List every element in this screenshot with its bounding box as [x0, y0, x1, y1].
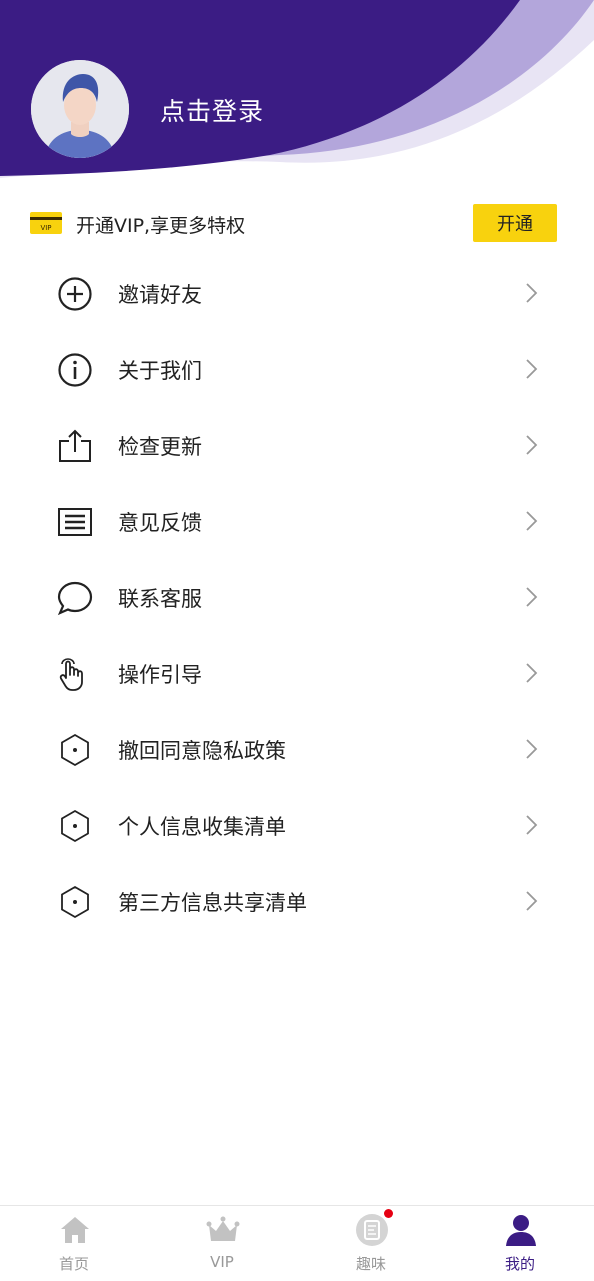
settings-menu: 邀请好友 关于我们 检查更新 意见反馈 联系客服 操作引导 撤回同意隐私政策 个… [0, 255, 594, 939]
tab-fun[interactable]: 趣味 [297, 1206, 445, 1281]
chat-bubble-icon [57, 581, 93, 616]
menu-item-third-party-sharing-list[interactable]: 第三方信息共享清单 [0, 863, 594, 939]
share-upload-icon [59, 429, 91, 462]
menu-item-revoke-privacy-consent[interactable]: 撤回同意隐私政策 [0, 711, 594, 787]
menu-item-label: 操作引导 [118, 663, 202, 687]
menu-item-contact-service[interactable]: 联系客服 [0, 559, 594, 635]
list-icon [58, 508, 92, 536]
default-user-avatar-icon [31, 60, 129, 158]
menu-item-label: 邀请好友 [118, 283, 202, 307]
hexagon-icon [61, 885, 89, 919]
bottom-tab-bar: 首页 VIP 趣味 我的 [0, 1205, 594, 1281]
info-circle-icon [58, 353, 92, 387]
person-icon [506, 1215, 536, 1246]
hexagon-icon [61, 809, 89, 843]
menu-item-check-update[interactable]: 检查更新 [0, 407, 594, 483]
profile-header: 点击登录 [0, 0, 594, 190]
chevron-right-icon [526, 359, 538, 379]
menu-item-about-us[interactable]: 关于我们 [0, 331, 594, 407]
avatar[interactable] [31, 60, 129, 158]
menu-item-operation-guide[interactable]: 操作引导 [0, 635, 594, 711]
login-link[interactable]: 点击登录 [160, 92, 264, 128]
home-icon [61, 1217, 89, 1243]
tab-home[interactable]: 首页 [0, 1206, 148, 1281]
tab-label: 首页 [58, 1255, 89, 1273]
menu-item-label: 联系客服 [118, 587, 202, 611]
menu-item-label: 第三方信息共享清单 [118, 891, 307, 915]
tab-label: 趣味 [355, 1255, 386, 1273]
chevron-right-icon [526, 739, 538, 759]
chevron-right-icon [526, 435, 538, 455]
menu-item-label: 撤回同意隐私政策 [118, 739, 286, 763]
hand-pointer-icon [59, 658, 83, 691]
tab-label: 我的 [504, 1255, 535, 1273]
menu-item-label: 检查更新 [118, 435, 202, 459]
menu-item-label: 意见反馈 [118, 511, 202, 535]
vip-promo-row: VIP 开通VIP,享更多特权 开通 [0, 200, 594, 246]
tab-mine[interactable]: 我的 [446, 1206, 594, 1281]
menu-item-label: 个人信息收集清单 [118, 815, 286, 839]
vip-promo-text: 开通VIP,享更多特权 [76, 215, 246, 237]
menu-item-invite-friends[interactable]: 邀请好友 [0, 255, 594, 331]
plus-circle-icon [58, 277, 92, 311]
menu-item-label: 关于我们 [118, 359, 202, 383]
menu-item-personal-info-list[interactable]: 个人信息收集清单 [0, 787, 594, 863]
crown-icon [206, 1216, 240, 1241]
chevron-right-icon [526, 511, 538, 531]
hexagon-icon [61, 733, 89, 767]
vip-open-button[interactable]: 开通 [473, 204, 557, 242]
tab-vip[interactable]: VIP [148, 1206, 296, 1281]
menu-item-feedback[interactable]: 意见反馈 [0, 483, 594, 559]
fun-doc-icon [356, 1214, 388, 1246]
tab-label: VIP [210, 1253, 234, 1271]
svg-text:VIP: VIP [40, 224, 51, 232]
chevron-right-icon [526, 815, 538, 835]
notification-badge [384, 1209, 393, 1218]
chevron-right-icon [526, 891, 538, 911]
chevron-right-icon [526, 663, 538, 683]
chevron-right-icon [526, 587, 538, 607]
vip-card-icon: VIP [30, 212, 62, 234]
chevron-right-icon [526, 283, 538, 303]
